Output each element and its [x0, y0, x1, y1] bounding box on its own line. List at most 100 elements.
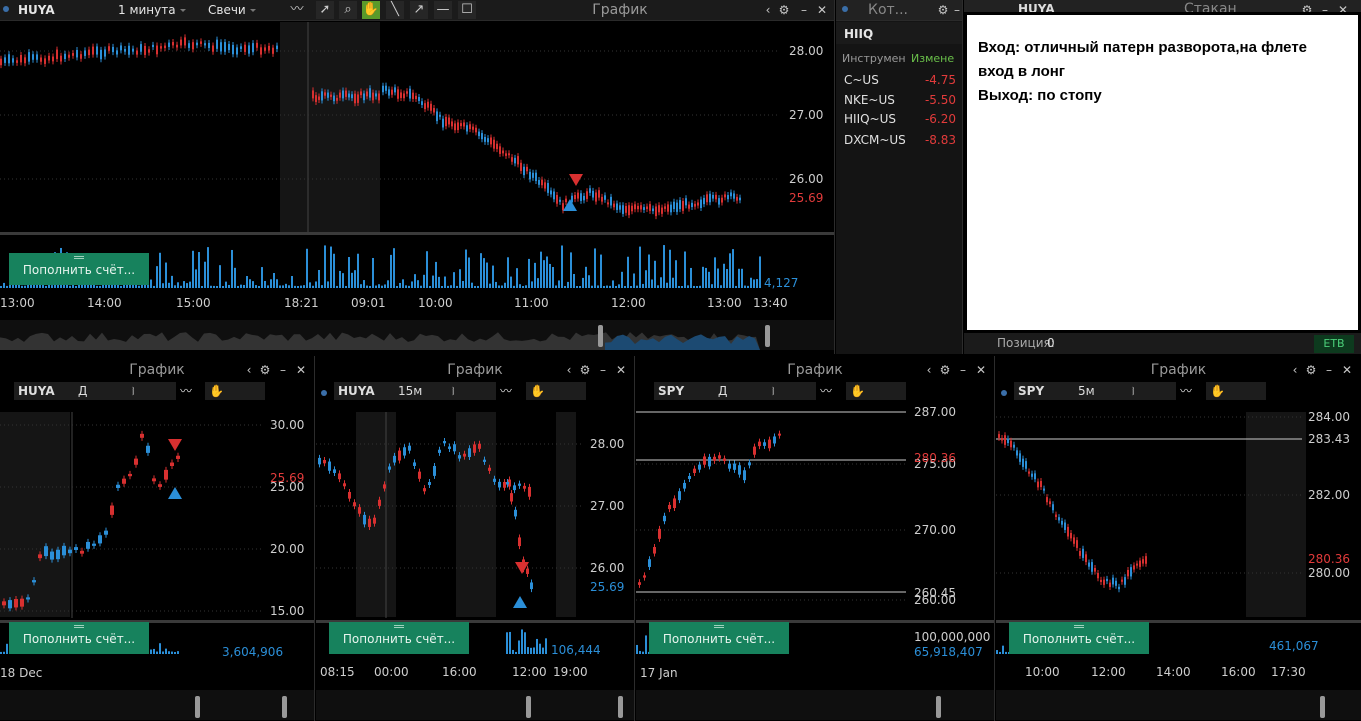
- navigator[interactable]: [996, 690, 1361, 720]
- candle: [663, 515, 666, 522]
- candle: [1025, 461, 1027, 469]
- navigator-handle[interactable]: [526, 696, 531, 718]
- candle: [358, 507, 361, 514]
- last-price-label: 280.36: [914, 451, 956, 465]
- navigator-handle[interactable]: [195, 696, 200, 718]
- candle: [493, 478, 496, 482]
- candle: [483, 459, 486, 462]
- candle: [128, 473, 132, 477]
- column-instrument[interactable]: Инструмен: [842, 52, 906, 65]
- volume-bar: [171, 651, 173, 654]
- candle: [453, 444, 456, 452]
- navigator-handle-left[interactable]: [598, 325, 603, 347]
- volume-bar: [645, 635, 647, 654]
- candle: [1052, 504, 1054, 511]
- candle: [513, 485, 516, 491]
- candle: [478, 443, 481, 449]
- candle: [92, 543, 96, 546]
- candle: [373, 517, 376, 524]
- quote-row[interactable]: C~US -4.75: [840, 71, 958, 89]
- volume-bar: [542, 647, 544, 654]
- volume-bar: [999, 651, 1001, 654]
- candle: [1064, 522, 1066, 530]
- candle: [1040, 481, 1042, 488]
- price-label: 20.00: [270, 542, 305, 556]
- session-shade: [456, 412, 496, 617]
- chart-panel-huya-15m: График ‹ ⚙ – ✕ HUYA 15м ⧘ 〰 ✋ 28.00 27.0…: [316, 356, 635, 721]
- candle: [463, 453, 466, 457]
- navigator-handle-right[interactable]: [765, 325, 770, 347]
- candle: [1058, 517, 1060, 521]
- candle: [110, 505, 114, 515]
- date-label: 18 Dec: [0, 666, 43, 680]
- navigator-handle[interactable]: [618, 696, 623, 718]
- candle: [323, 459, 326, 464]
- daily-price-chart[interactable]: [0, 356, 314, 721]
- deposit-button[interactable]: Пополнить счёт...: [9, 622, 149, 654]
- candle: [32, 580, 36, 583]
- volume-bar: [536, 638, 538, 654]
- candle: [104, 530, 108, 535]
- volume-bar: [539, 643, 541, 654]
- deposit-button[interactable]: Пополнить счёт...: [1009, 622, 1149, 654]
- candle: [8, 600, 12, 609]
- candle: [1037, 481, 1039, 488]
- candle: [1082, 548, 1084, 558]
- navigator-handle[interactable]: [936, 696, 941, 718]
- candle: [1085, 554, 1087, 563]
- volume-bar: [521, 629, 523, 654]
- time-label: 16:00: [1221, 665, 1256, 679]
- navigator[interactable]: [316, 690, 634, 720]
- deposit-button[interactable]: Пополнить счёт...: [329, 622, 469, 654]
- position-value: 0: [1047, 336, 1055, 350]
- quote-row[interactable]: NKE~US -5.50: [840, 91, 958, 109]
- quotes-symbol[interactable]: HIIQ: [844, 27, 873, 41]
- candle: [688, 475, 691, 479]
- volume-bar: [506, 632, 508, 654]
- candle: [718, 455, 721, 459]
- candle: [526, 568, 529, 574]
- candle: [44, 546, 48, 557]
- candle: [398, 450, 401, 461]
- volume-bar: [1002, 645, 1004, 654]
- last-price-label: 25.69: [270, 471, 305, 485]
- candle: [1142, 559, 1144, 564]
- navigator-handle[interactable]: [282, 696, 287, 718]
- candle: [503, 481, 506, 488]
- candle: [506, 482, 509, 485]
- candle: [433, 465, 436, 476]
- quote-row[interactable]: HIIQ~US -6.20: [840, 110, 958, 128]
- buy-marker: [168, 487, 182, 499]
- volume-bar: [515, 651, 517, 654]
- quote-row[interactable]: DXCM~US -8.83: [840, 131, 958, 149]
- candle: [1100, 579, 1102, 582]
- candle: [176, 455, 180, 459]
- link-dot-icon[interactable]: [842, 6, 848, 12]
- candle: [1001, 438, 1003, 441]
- candle: [514, 509, 517, 517]
- candle: [1007, 438, 1009, 444]
- deposit-button[interactable]: Пополнить счёт...: [649, 622, 789, 654]
- navigator-handle[interactable]: [1320, 696, 1325, 718]
- candle: [1112, 577, 1114, 585]
- candle: [158, 484, 162, 487]
- candle: [1124, 577, 1126, 585]
- candle: [1043, 488, 1045, 491]
- volume-bar: [168, 651, 170, 654]
- trade-note: Вход: отличный патерн разворота,на флете…: [964, 12, 1361, 333]
- last-price-label: 280.36: [1308, 552, 1350, 566]
- candle: [383, 484, 386, 489]
- price-label: 15.00: [270, 604, 305, 618]
- gear-icon[interactable]: ⚙: [936, 2, 950, 18]
- candle: [152, 478, 156, 482]
- price-label: 26.00: [590, 561, 625, 575]
- candle: [368, 518, 371, 527]
- time-label: 12:00: [512, 665, 547, 679]
- volume-bar: [512, 649, 514, 654]
- minimize-icon[interactable]: –: [950, 2, 962, 18]
- navigator-area: [0, 332, 760, 350]
- candle: [403, 447, 406, 456]
- candle: [658, 528, 661, 539]
- navigator[interactable]: [0, 690, 314, 720]
- column-change[interactable]: Измене: [911, 52, 954, 65]
